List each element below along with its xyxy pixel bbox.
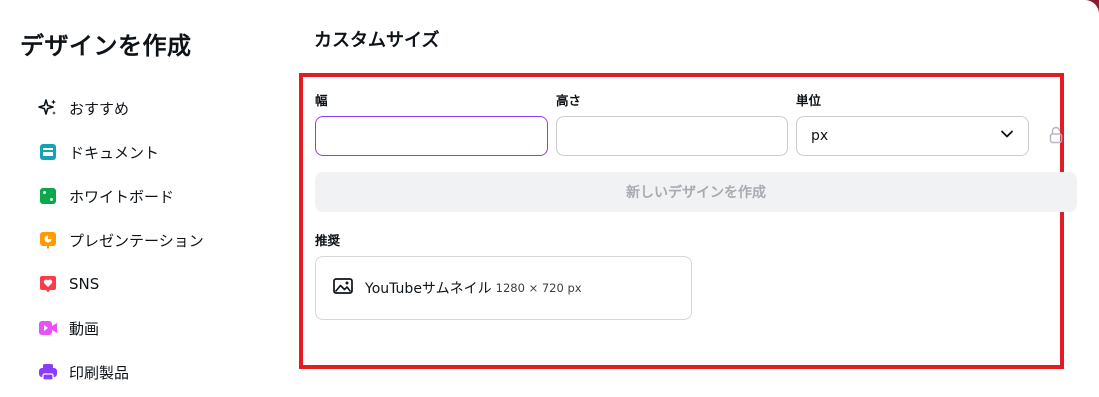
sidebar-item-label: 印刷製品: [69, 363, 130, 382]
sidebar-item-print[interactable]: 印刷製品: [38, 350, 204, 394]
sidebar-item-label: SNS: [69, 275, 100, 293]
recommended-label: 推奨: [315, 233, 341, 248]
sidebar-item-label: おすすめ: [69, 99, 130, 118]
create-design-button[interactable]: 新しいデザインを作成: [315, 172, 1077, 212]
unlock-icon[interactable]: [1049, 126, 1063, 144]
unit-select-value: px: [811, 128, 829, 144]
recommended-youtube-thumbnail[interactable]: YouTubeサムネイル 1280 × 720 px: [315, 256, 692, 320]
sidebar-item-video[interactable]: 動画: [38, 306, 204, 350]
unit-label: 単位: [796, 93, 822, 108]
heart-icon: [38, 274, 58, 294]
printer-icon: [38, 362, 58, 382]
custom-size-title: カスタムサイズ: [314, 30, 440, 51]
presentation-icon: [38, 230, 58, 250]
width-label: 幅: [315, 93, 328, 108]
sidebar-title: デザインを作成: [20, 32, 192, 60]
whiteboard-icon: [38, 186, 58, 206]
chevron-down-icon: [1000, 127, 1014, 145]
video-icon: [38, 318, 58, 338]
create-design-dialog: デザインを作成 おすすめ ドキュメント ホワイトボード プレゼンテーション SN…: [0, 0, 1099, 397]
sidebar-item-label: ホワイトボード: [69, 187, 175, 206]
unit-select[interactable]: px: [796, 116, 1029, 156]
sidebar-item-whiteboard[interactable]: ホワイトボード: [38, 174, 204, 218]
sparkle-icon: [38, 98, 58, 118]
sidebar-item-label: プレゼンテーション: [69, 231, 204, 250]
sidebar-item-recommended[interactable]: おすすめ: [38, 86, 204, 130]
sidebar-item-label: 動画: [69, 319, 100, 338]
recommended-size: 1280 × 720 px: [495, 281, 582, 295]
document-icon: [38, 142, 58, 162]
sidebar-nav: おすすめ ドキュメント ホワイトボード プレゼンテーション SNS 動画 印刷製…: [38, 86, 204, 394]
sidebar-item-presentation[interactable]: プレゼンテーション: [38, 218, 204, 262]
height-input[interactable]: [556, 116, 788, 156]
sidebar-item-label: ドキュメント: [69, 143, 160, 162]
height-label: 高さ: [556, 93, 582, 108]
recommended-name: YouTubeサムネイル: [365, 281, 492, 297]
sidebar-item-document[interactable]: ドキュメント: [38, 130, 204, 174]
sidebar-item-sns[interactable]: SNS: [38, 262, 204, 306]
image-icon: [333, 278, 353, 298]
width-input[interactable]: [315, 116, 548, 156]
